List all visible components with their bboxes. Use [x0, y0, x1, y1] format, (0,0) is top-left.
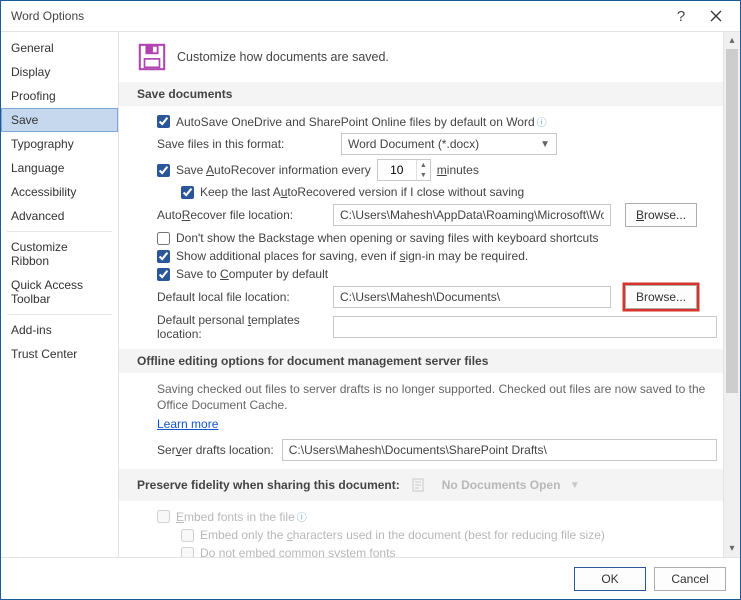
- no-backstage-label: Don't show the Backstage when opening or…: [176, 231, 599, 245]
- default-local-input[interactable]: [333, 286, 611, 308]
- autosave-online-label: AutoSave OneDrive and SharePoint Online …: [176, 114, 547, 129]
- default-templates-label: Default personal templates location:: [157, 313, 329, 341]
- show-additional-label: Show additional places for saving, even …: [176, 249, 528, 263]
- section-offline: Offline editing options for document man…: [119, 349, 723, 373]
- nav-save[interactable]: Save: [1, 108, 118, 132]
- cancel-button[interactable]: Cancel: [654, 567, 726, 591]
- server-drafts-input[interactable]: [282, 439, 717, 461]
- content-pane: Customize how documents are saved. Save …: [119, 32, 723, 557]
- titlebar: Word Options ?: [1, 1, 740, 31]
- default-local-label: Default local file location:: [157, 290, 329, 304]
- scroll-thumb[interactable]: [726, 49, 738, 393]
- section-preserve-label: Preserve fidelity when sharing this docu…: [137, 478, 400, 492]
- nav-addins[interactable]: Add-ins: [1, 318, 118, 342]
- preserve-doc-dropdown: No Documents Open ▼: [436, 474, 586, 496]
- autosave-online-checkbox[interactable]: [157, 115, 170, 128]
- nav-customize-ribbon[interactable]: Customize Ribbon: [1, 235, 118, 273]
- ok-button[interactable]: OK: [574, 567, 646, 591]
- keep-last-label: Keep the last AutoRecovered version if I…: [200, 185, 524, 199]
- nav-proofing[interactable]: Proofing: [1, 84, 118, 108]
- scroll-up-arrow[interactable]: ▴: [724, 32, 740, 49]
- server-drafts-label: Server drafts location:: [157, 443, 274, 457]
- save-to-computer-checkbox[interactable]: [157, 268, 170, 281]
- spin-up[interactable]: ▲: [417, 160, 430, 170]
- nav-language[interactable]: Language: [1, 156, 118, 180]
- help-button[interactable]: ?: [666, 4, 696, 28]
- default-local-browse-button[interactable]: Browse...: [625, 285, 697, 309]
- section-preserve: Preserve fidelity when sharing this docu…: [119, 469, 723, 501]
- autorecover-minutes-spinner[interactable]: ▲▼: [377, 159, 431, 181]
- scroll-track[interactable]: [724, 49, 740, 540]
- info-icon[interactable]: [535, 115, 547, 129]
- nav-general[interactable]: General: [1, 36, 118, 60]
- nav-display[interactable]: Display: [1, 60, 118, 84]
- autorecover-checkbox[interactable]: [157, 164, 170, 177]
- autorecover-location-input[interactable]: [333, 204, 611, 226]
- spin-down[interactable]: ▼: [417, 170, 430, 180]
- scroll-down-arrow[interactable]: ▾: [724, 540, 740, 557]
- show-additional-checkbox[interactable]: [157, 250, 170, 263]
- nav-typography[interactable]: Typography: [1, 132, 118, 156]
- save-to-computer-label: Save to Computer by default: [176, 267, 328, 281]
- save-disk-icon: [137, 42, 167, 72]
- no-common-fonts-label: Do not embed common system fonts: [200, 546, 395, 557]
- embed-only-chars-checkbox: [181, 529, 194, 542]
- nav-trust-center[interactable]: Trust Center: [1, 342, 118, 366]
- no-common-fonts-checkbox: [181, 547, 194, 557]
- close-icon: [710, 10, 722, 22]
- default-templates-input[interactable]: [333, 316, 717, 338]
- save-format-value: Word Document (*.docx): [348, 137, 479, 151]
- chevron-down-icon: ▼: [540, 139, 550, 150]
- embed-only-chars-label: Embed only the characters used in the do…: [200, 528, 605, 542]
- close-button[interactable]: [696, 4, 736, 28]
- autorecover-minutes-input[interactable]: [378, 160, 416, 180]
- save-format-dropdown[interactable]: Word Document (*.docx) ▼: [341, 133, 557, 155]
- embed-fonts-label: Embed fonts in the file: [176, 509, 307, 524]
- embed-fonts-checkbox: [157, 510, 170, 523]
- dialog-footer: OK Cancel: [1, 557, 740, 599]
- word-options-dialog: Word Options ? General Display Proofing …: [0, 0, 741, 600]
- autorecover-label: Save AutoRecover information every: [176, 163, 371, 177]
- autorecover-location-label: AutoRecover file location:: [157, 208, 329, 222]
- autorecover-browse-button[interactable]: Browse...: [625, 203, 697, 227]
- no-backstage-checkbox[interactable]: [157, 232, 170, 245]
- preserve-doc-value: No Documents Open: [442, 478, 561, 492]
- nav-advanced[interactable]: Advanced: [1, 204, 118, 228]
- category-nav: General Display Proofing Save Typography…: [1, 32, 119, 557]
- heading-text: Customize how documents are saved.: [177, 50, 389, 64]
- section-save-documents: Save documents: [119, 82, 723, 106]
- nav-accessibility[interactable]: Accessibility: [1, 180, 118, 204]
- learn-more-link[interactable]: Learn more: [137, 417, 218, 431]
- vertical-scrollbar[interactable]: ▴ ▾: [723, 32, 740, 557]
- keep-last-checkbox[interactable]: [181, 186, 194, 199]
- save-format-label: Save files in this format:: [157, 137, 329, 151]
- nav-quick-access[interactable]: Quick Access Toolbar: [1, 273, 118, 311]
- info-icon: [295, 510, 307, 524]
- offline-desc: Saving checked out files to server draft…: [137, 381, 717, 413]
- chevron-down-icon: ▼: [570, 480, 580, 491]
- minutes-unit: minutes: [437, 163, 479, 177]
- dialog-title: Word Options: [11, 9, 84, 23]
- document-icon: [410, 477, 426, 493]
